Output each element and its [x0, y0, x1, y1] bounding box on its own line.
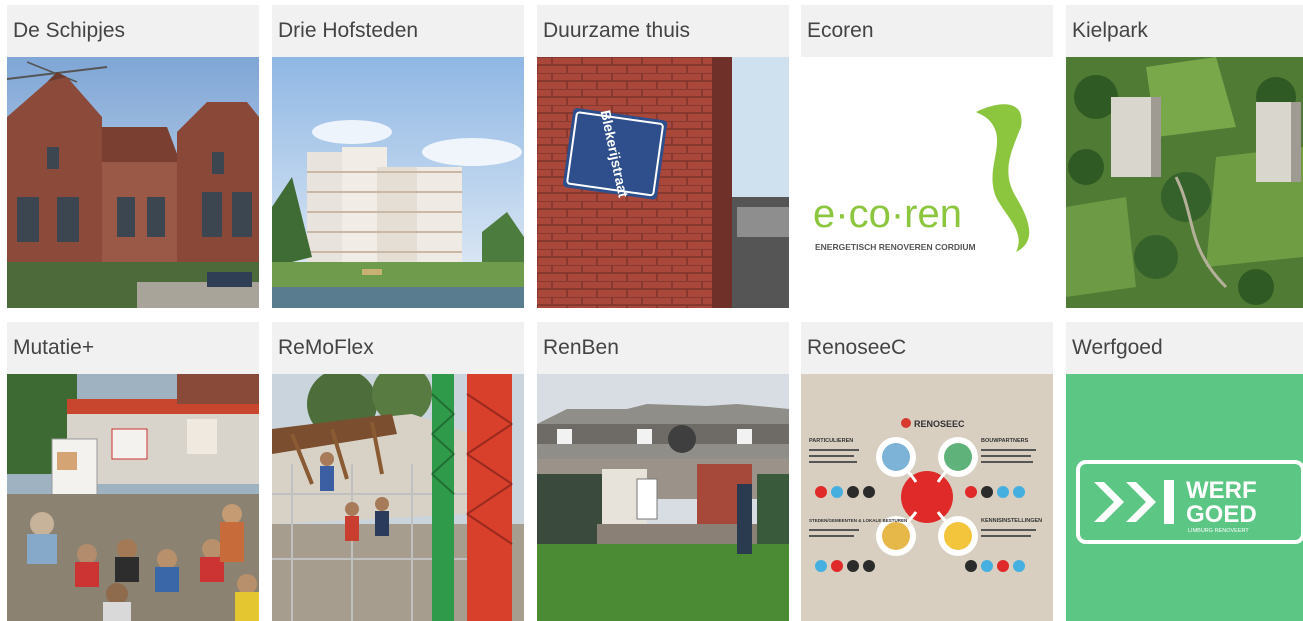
project-card-renben[interactable]: RenBen: [537, 322, 789, 621]
project-card-renoseec[interactable]: RenoseeC RENOSEEC PARTICULIEREN BOUWPART…: [801, 322, 1053, 621]
renoseec-label-particulieren: PARTICULIEREN: [809, 438, 853, 444]
project-image-remoflex[interactable]: [272, 374, 524, 621]
werfgoed-logo: WERF GOED LIMBURG RENOVEERT: [1066, 374, 1303, 621]
project-card-mutatie[interactable]: Mutatie+: [7, 322, 259, 621]
project-card-kielpark[interactable]: Kielpark: [1066, 5, 1303, 308]
project-image-ecoren[interactable]: e·co·ren ENERGETISCH RENOVEREN CORDIUM: [801, 57, 1053, 308]
ecoren-logo: e·co·ren ENERGETISCH RENOVEREN CORDIUM: [813, 104, 1030, 252]
ecoren-logo-text: e·co·ren: [813, 192, 962, 236]
project-image-de-schipjes[interactable]: [7, 57, 259, 308]
project-image-mutatie[interactable]: [7, 374, 259, 621]
werfgoed-logo-line2: GOED: [1186, 501, 1257, 528]
project-title: Duurzame thuis: [537, 5, 789, 57]
project-title: Kielpark: [1066, 5, 1303, 57]
renoseec-label-bouwpartners: BOUWPARTNERS: [981, 438, 1029, 444]
project-card-remoflex[interactable]: ReMoFlex: [272, 322, 524, 621]
renoseec-logo-text: RENOSEEC: [914, 419, 965, 429]
project-image-duurzame-thuis[interactable]: Blekerijstraat: [537, 57, 789, 308]
project-image-kielpark[interactable]: [1066, 57, 1303, 308]
renoseec-label-steden: STEDEN/GEMEENTEN & LOKALE BESTUREN: [809, 518, 907, 523]
project-title: Ecoren: [801, 5, 1053, 57]
project-grid: De Schipjes Drie Hofsteden Duurzame thui…: [0, 0, 1303, 621]
project-image-renoseec[interactable]: RENOSEEC PARTICULIEREN BOUWPARTNERS STED…: [801, 374, 1053, 621]
project-card-de-schipjes[interactable]: De Schipjes: [7, 5, 259, 308]
project-card-werfgoed[interactable]: Werfgoed WERF GOED LIMBURG RENOVEERT: [1066, 322, 1303, 621]
werfgoed-logo-tagline: LIMBURG RENOVEERT: [1188, 528, 1249, 534]
project-title: ReMoFlex: [272, 322, 524, 374]
project-card-ecoren[interactable]: Ecoren e·co·ren ENERGETISCH RENOVEREN CO…: [801, 5, 1053, 308]
project-image-werfgoed[interactable]: WERF GOED LIMBURG RENOVEERT: [1066, 374, 1303, 621]
project-title: RenoseeC: [801, 322, 1053, 374]
project-image-drie-hofsteden[interactable]: [272, 57, 524, 308]
project-card-drie-hofsteden[interactable]: Drie Hofsteden: [272, 5, 524, 308]
project-image-renben[interactable]: [537, 374, 789, 621]
project-title: Drie Hofsteden: [272, 5, 524, 57]
project-card-duurzame-thuis[interactable]: Duurzame thuis Blekerijstraat: [537, 5, 789, 308]
werfgoed-logo-line1: WERF: [1186, 477, 1257, 504]
project-title: Werfgoed: [1066, 322, 1303, 374]
project-title: Mutatie+: [7, 322, 259, 374]
ecoren-logo-tagline: ENERGETISCH RENOVEREN CORDIUM: [815, 242, 976, 252]
project-title: De Schipjes: [7, 5, 259, 57]
renoseec-infographic: RENOSEEC PARTICULIEREN BOUWPARTNERS STED…: [801, 374, 1053, 621]
renoseec-label-kennisinstellingen: KENNISINSTELLINGEN: [981, 518, 1042, 524]
project-title: RenBen: [537, 322, 789, 374]
